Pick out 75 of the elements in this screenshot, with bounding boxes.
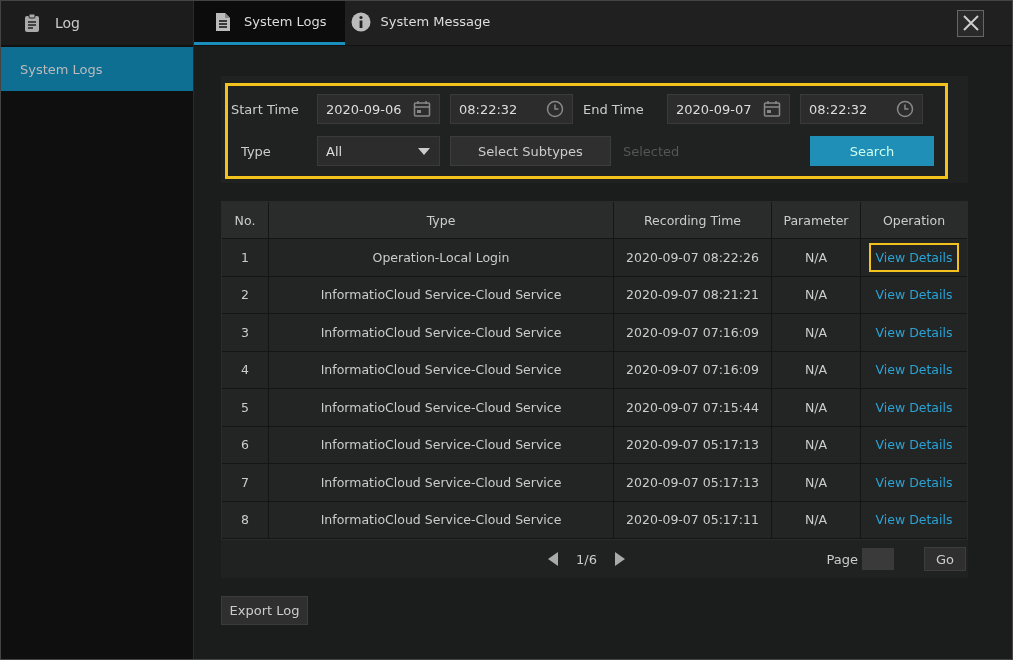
left-arrow-icon [548,552,558,566]
table-cell: 5 [222,389,269,426]
table-cell: N/A [772,351,861,388]
sidebar-title: Log [55,15,80,31]
right-arrow-icon [614,552,625,566]
page-input[interactable] [862,548,894,570]
table-cell: 2020-09-07 05:17:13 [614,464,772,501]
clipboard-icon [23,13,41,33]
table-cell: 2 [222,276,269,313]
table-cell: N/A [772,389,861,426]
view-details-link[interactable]: View Details [868,430,960,460]
date-field[interactable]: 2020-09-07 [667,94,790,124]
clock-icon [896,100,914,118]
table-cell: Operation-Local Login [269,239,614,276]
tab[interactable]: System Logs [194,1,345,45]
table-cell: InformatioCloud Service-Cloud Service [269,426,614,463]
time-field[interactable]: 08:22:32 [450,94,573,124]
table-cell: 2020-09-07 08:21:21 [614,276,772,313]
column-header: Operation [881,211,947,230]
view-details-link[interactable]: View Details [868,242,960,272]
table-cell: 2020-09-07 08:22:26 [614,239,772,276]
page-indicator: 1/6 [576,551,597,567]
table-cell: N/A [772,426,861,463]
table-cell: N/A [772,501,861,538]
table-cell: 2020-09-07 05:17:11 [614,501,772,538]
close-icon [961,14,980,32]
column-header: Recording Time [614,202,772,238]
table-cell: InformatioCloud Service-Cloud Service [269,501,614,538]
field-label: Type [240,143,272,159]
previous-page-button[interactable] [548,552,558,566]
type-dropdown[interactable]: All [317,136,440,166]
table-cell: N/A [772,239,861,276]
go-button[interactable]: Go [924,547,966,571]
table-cell: 2020-09-07 05:17:13 [614,426,772,463]
caret-icon [417,146,431,156]
column-header: Type [269,202,614,238]
table-cell: 4 [222,351,269,388]
table-cell: InformatioCloud Service-Cloud Service [269,314,614,351]
view-details-link[interactable]: View Details [868,467,960,497]
table-cell: N/A [772,314,861,351]
next-page-button[interactable] [614,552,625,566]
view-details-link[interactable]: View Details [868,505,960,535]
tab[interactable]: System Message [344,1,509,45]
table-cell: 2020-09-07 07:15:44 [614,389,772,426]
table-cell: 7 [222,464,269,501]
table-cell: InformatioCloud Service-Cloud Service [269,464,614,501]
calendar-icon [763,100,781,118]
table-cell: N/A [772,276,861,313]
table-cell: 2020-09-07 07:16:09 [614,314,772,351]
info-icon [350,11,371,32]
table-cell: InformatioCloud Service-Cloud Service [269,276,614,313]
column-header: No. [222,202,269,238]
table-cell: 6 [222,426,269,463]
close-button[interactable] [957,9,984,37]
view-details-link[interactable]: View Details [868,317,960,347]
table-cell: 8 [222,501,269,538]
view-details-link[interactable]: View Details [868,280,960,310]
field-label: End Time [583,101,645,117]
table-cell: InformatioCloud Service-Cloud Service [269,351,614,388]
clock-icon [546,100,564,118]
export-log-button[interactable]: Export Log [221,596,308,625]
table-cell: N/A [772,464,861,501]
date-field[interactable]: 2020-09-06 [317,94,440,124]
table-cell: 2020-09-07 07:16:09 [614,351,772,388]
view-details-link[interactable]: View Details [868,392,960,422]
time-field[interactable]: 08:22:32 [800,94,923,124]
table-cell: InformatioCloud Service-Cloud Service [269,389,614,426]
table-cell: 3 [222,314,269,351]
calendar-icon [413,100,431,118]
select-subtypes-button[interactable]: Select Subtypes [450,136,611,166]
table-cell: 1 [222,239,269,276]
page-label: Page [826,551,858,567]
column-header: Parameter [772,202,861,238]
field-label: Start Time [231,101,300,117]
view-details-link[interactable]: View Details [868,355,960,385]
